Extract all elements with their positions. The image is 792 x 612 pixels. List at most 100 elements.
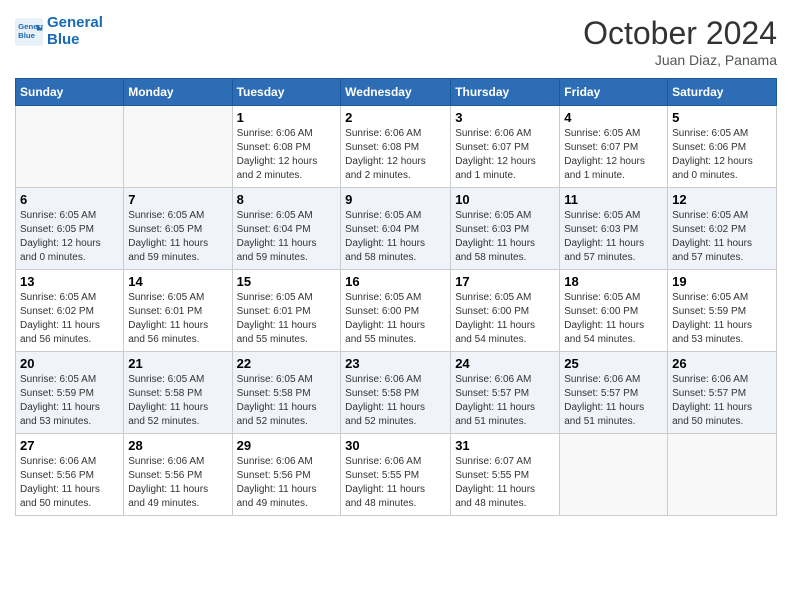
day-number: 13: [20, 274, 119, 289]
day-info: Sunrise: 6:06 AM Sunset: 5:58 PM Dayligh…: [345, 373, 446, 429]
day-info: Sunrise: 6:06 AM Sunset: 5:57 PM Dayligh…: [672, 373, 772, 429]
logo-icon: General Blue: [15, 18, 43, 46]
svg-text:Blue: Blue: [18, 31, 36, 40]
calendar-cell: 17Sunrise: 6:05 AM Sunset: 6:00 PM Dayli…: [451, 270, 560, 352]
day-number: 6: [20, 192, 119, 207]
day-number: 9: [345, 192, 446, 207]
day-header-friday: Friday: [560, 79, 668, 106]
calendar-cell: 30Sunrise: 6:06 AM Sunset: 5:55 PM Dayli…: [341, 434, 451, 516]
day-number: 4: [564, 110, 663, 125]
day-info: Sunrise: 6:05 AM Sunset: 6:04 PM Dayligh…: [237, 209, 337, 265]
calendar-cell: 12 Sunrise: 6:05 AM Sunset: 6:02 PM Dayli…: [668, 188, 777, 270]
day-info: Sunrise: 6:07 AM Sunset: 5:55 PM Dayligh…: [455, 455, 555, 511]
calendar-cell: 4Sunrise: 6:05 AM Sunset: 6:07 PM Daylig…: [560, 106, 668, 188]
day-info: Sunrise: 6:06 AM Sunset: 6:07 PM Dayligh…: [455, 127, 555, 183]
calendar-cell: 8 Sunrise: 6:05 AM Sunset: 6:04 PM Daylig…: [232, 188, 341, 270]
day-number: 19: [672, 274, 772, 289]
calendar-cell: 6 Sunrise: 6:05 AM Sunset: 6:05 PM Daylig…: [16, 188, 124, 270]
day-number: 1: [237, 110, 337, 125]
day-number: 31: [455, 438, 555, 453]
day-header-wednesday: Wednesday: [341, 79, 451, 106]
day-info: Sunrise: 6:06 AM Sunset: 5:56 PM Dayligh…: [128, 455, 227, 511]
day-number: 27: [20, 438, 119, 453]
day-info: Sunrise: 6:06 AM Sunset: 5:57 PM Dayligh…: [455, 373, 555, 429]
day-info: Sunrise: 6:05 AM Sunset: 6:00 PM Dayligh…: [455, 291, 555, 347]
calendar-cell: [124, 106, 232, 188]
day-info: Sunrise: 6:06 AM Sunset: 5:56 PM Dayligh…: [20, 455, 119, 511]
day-info: Sunrise: 6:06 AM Sunset: 6:08 PM Dayligh…: [237, 127, 337, 183]
month-title: October 2024: [583, 15, 777, 52]
day-number: 10: [455, 192, 555, 207]
day-number: 16: [345, 274, 446, 289]
day-info: Sunrise: 6:05 AM Sunset: 6:00 PM Dayligh…: [345, 291, 446, 347]
day-info: Sunrise: 6:05 AM Sunset: 6:06 PM Dayligh…: [672, 127, 772, 183]
calendar-cell: 29 Sunrise: 6:06 AM Sunset: 5:56 PM Dayli…: [232, 434, 341, 516]
day-info: Sunrise: 6:05 AM Sunset: 6:02 PM Dayligh…: [672, 209, 772, 265]
day-number: 18: [564, 274, 663, 289]
calendar-cell: 9 Sunrise: 6:05 AM Sunset: 6:04 PM Daylig…: [341, 188, 451, 270]
calendar-cell: [560, 434, 668, 516]
day-number: 8: [237, 192, 337, 207]
calendar-cell: 20 Sunrise: 6:05 AM Sunset: 5:59 PM Dayli…: [16, 352, 124, 434]
calendar-cell: 15 Sunrise: 6:05 AM Sunset: 6:01 PM Dayli…: [232, 270, 341, 352]
day-number: 22: [237, 356, 337, 371]
day-info: Sunrise: 6:05 AM Sunset: 6:04 PM Dayligh…: [345, 209, 446, 265]
calendar-cell: 31 Sunrise: 6:07 AM Sunset: 5:55 PM Dayli…: [451, 434, 560, 516]
day-info: Sunrise: 6:06 AM Sunset: 6:08 PM Dayligh…: [345, 127, 446, 183]
day-number: 14: [128, 274, 227, 289]
day-info: Sunrise: 6:05 AM Sunset: 6:03 PM Dayligh…: [455, 209, 555, 265]
location-subtitle: Juan Diaz, Panama: [583, 52, 777, 68]
page-header: General Blue GeneralBlue October 2024 Ju…: [15, 15, 777, 68]
day-header-sunday: Sunday: [16, 79, 124, 106]
day-number: 29: [237, 438, 337, 453]
day-number: 21: [128, 356, 227, 371]
day-info: Sunrise: 6:06 AM Sunset: 5:57 PM Dayligh…: [564, 373, 663, 429]
calendar-cell: 14Sunrise: 6:05 AM Sunset: 6:01 PM Dayli…: [124, 270, 232, 352]
day-number: 15: [237, 274, 337, 289]
day-info: Sunrise: 6:05 AM Sunset: 5:59 PM Dayligh…: [20, 373, 119, 429]
calendar-cell: 22 Sunrise: 6:05 AM Sunset: 5:58 PM Dayli…: [232, 352, 341, 434]
day-number: 3: [455, 110, 555, 125]
day-number: 26: [672, 356, 772, 371]
calendar-cell: [668, 434, 777, 516]
day-info: Sunrise: 6:05 AM Sunset: 5:58 PM Dayligh…: [237, 373, 337, 429]
calendar-cell: 5 Sunrise: 6:05 AM Sunset: 6:06 PM Daylig…: [668, 106, 777, 188]
day-number: 23: [345, 356, 446, 371]
calendar-cell: 28 Sunrise: 6:06 AM Sunset: 5:56 PM Dayli…: [124, 434, 232, 516]
day-info: Sunrise: 6:05 AM Sunset: 6:05 PM Dayligh…: [128, 209, 227, 265]
day-header-monday: Monday: [124, 79, 232, 106]
day-header-saturday: Saturday: [668, 79, 777, 106]
day-info: Sunrise: 6:06 AM Sunset: 5:56 PM Dayligh…: [237, 455, 337, 511]
calendar-cell: 23 Sunrise: 6:06 AM Sunset: 5:58 PM Dayli…: [341, 352, 451, 434]
day-number: 28: [128, 438, 227, 453]
day-number: 11: [564, 192, 663, 207]
calendar-cell: 19 Sunrise: 6:05 AM Sunset: 5:59 PM Dayli…: [668, 270, 777, 352]
calendar-cell: 27 Sunrise: 6:06 AM Sunset: 5:56 PM Dayli…: [16, 434, 124, 516]
day-info: Sunrise: 6:05 AM Sunset: 6:01 PM Dayligh…: [237, 291, 337, 347]
calendar-cell: 2 Sunrise: 6:06 AM Sunset: 6:08 PM Daylig…: [341, 106, 451, 188]
day-number: 25: [564, 356, 663, 371]
day-number: 12: [672, 192, 772, 207]
day-number: 7: [128, 192, 227, 207]
day-info: Sunrise: 6:05 AM Sunset: 6:03 PM Dayligh…: [564, 209, 663, 265]
day-info: Sunrise: 6:05 AM Sunset: 6:05 PM Dayligh…: [20, 209, 119, 265]
calendar-cell: 21 Sunrise: 6:05 AM Sunset: 5:58 PM Dayli…: [124, 352, 232, 434]
day-info: Sunrise: 6:05 AM Sunset: 6:00 PM Dayligh…: [564, 291, 663, 347]
day-info: Sunrise: 6:05 AM Sunset: 5:59 PM Dayligh…: [672, 291, 772, 347]
calendar-cell: 7 Sunrise: 6:05 AM Sunset: 6:05 PM Daylig…: [124, 188, 232, 270]
logo: General Blue GeneralBlue: [15, 15, 103, 48]
calendar-cell: 3 Sunrise: 6:06 AM Sunset: 6:07 PM Daylig…: [451, 106, 560, 188]
calendar-cell: [16, 106, 124, 188]
day-header-tuesday: Tuesday: [232, 79, 341, 106]
day-number: 20: [20, 356, 119, 371]
calendar-cell: 11 Sunrise: 6:05 AM Sunset: 6:03 PM Dayli…: [560, 188, 668, 270]
day-number: 5: [672, 110, 772, 125]
calendar-cell: 13Sunrise: 6:05 AM Sunset: 6:02 PM Dayli…: [16, 270, 124, 352]
calendar-cell: 16 Sunrise: 6:05 AM Sunset: 6:00 PM Dayli…: [341, 270, 451, 352]
day-info: Sunrise: 6:05 AM Sunset: 5:58 PM Dayligh…: [128, 373, 227, 429]
calendar-table: SundayMondayTuesdayWednesdayThursdayFrid…: [15, 78, 777, 516]
calendar-cell: 18 Sunrise: 6:05 AM Sunset: 6:00 PM Dayli…: [560, 270, 668, 352]
day-number: 2: [345, 110, 446, 125]
calendar-cell: 25 Sunrise: 6:06 AM Sunset: 5:57 PM Dayli…: [560, 352, 668, 434]
day-number: 30: [345, 438, 446, 453]
